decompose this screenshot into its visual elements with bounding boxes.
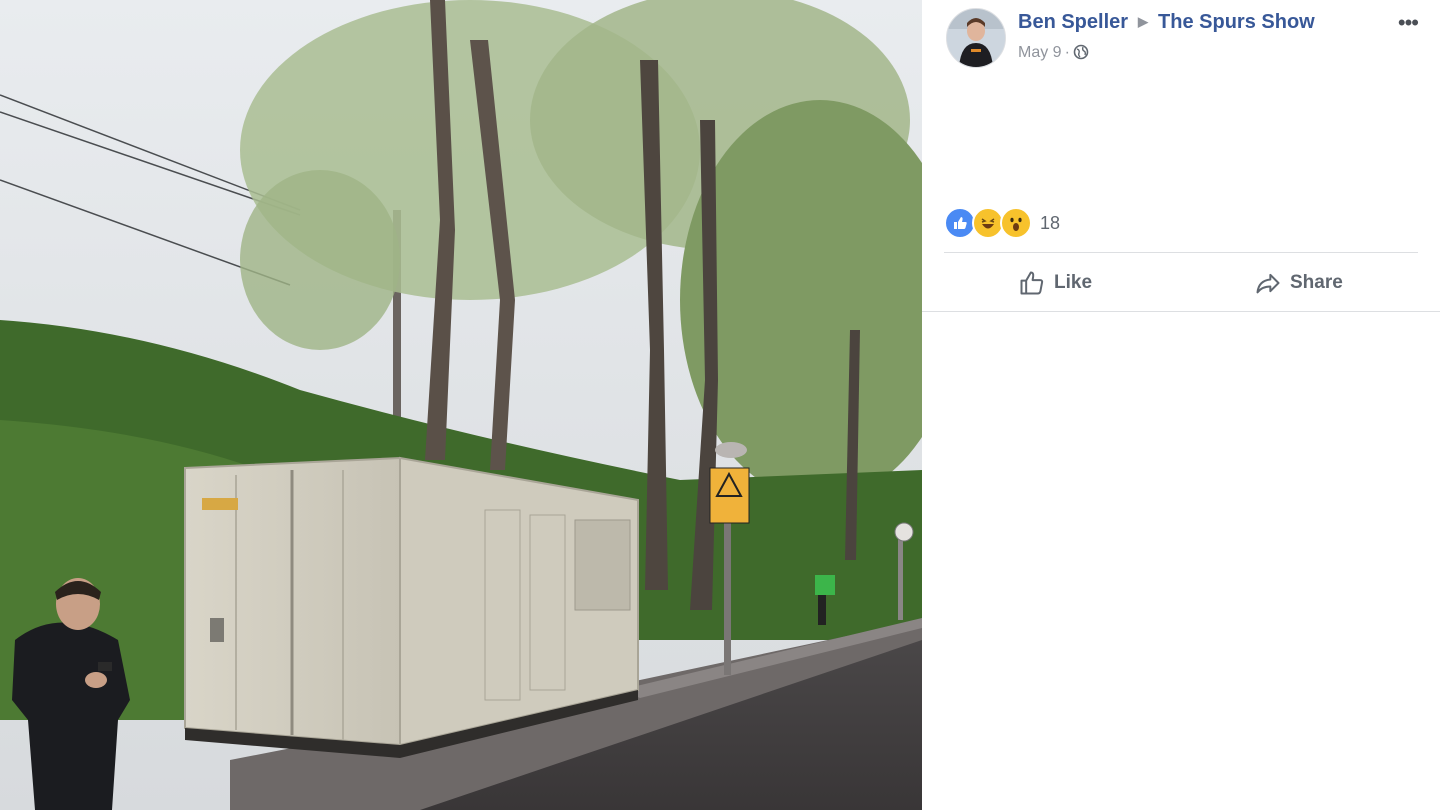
thumbs-up-icon [1020,271,1044,295]
reaction-count: 18 [1040,212,1061,233]
share-label: Share [1290,272,1343,293]
more-options-icon[interactable]: ••• [1398,10,1419,36]
author-avatar[interactable] [946,8,1006,68]
wow-reaction-icon [1000,207,1032,239]
share-arrow-icon [1256,273,1280,294]
post-header: Ben Speller ▶ The Spurs Show [1018,11,1315,34]
divider [922,311,1440,312]
shipping-container-photo [0,0,922,810]
reactions-summary[interactable]: 18 [944,207,1060,239]
meta-separator: · [1064,44,1070,61]
share-button[interactable]: Share [1254,266,1343,300]
post-date-link[interactable]: May 9 [1018,44,1062,61]
divider [944,252,1418,253]
arrow-right-icon: ▶ [1138,14,1149,29]
target-page-link[interactable]: The Spurs Show [1158,11,1315,33]
avatar-image [947,9,1005,67]
post-meta: May 9 · [1018,44,1089,62]
like-label: Like [1054,272,1093,293]
like-button[interactable]: Like [1018,266,1092,300]
globe-icon[interactable] [1073,44,1089,60]
author-name-link[interactable]: Ben Speller [1018,11,1128,33]
post-info-panel: Ben Speller ▶ The Spurs Show May 9 · ••• 18… [922,0,1440,810]
post-photo[interactable] [0,0,922,810]
